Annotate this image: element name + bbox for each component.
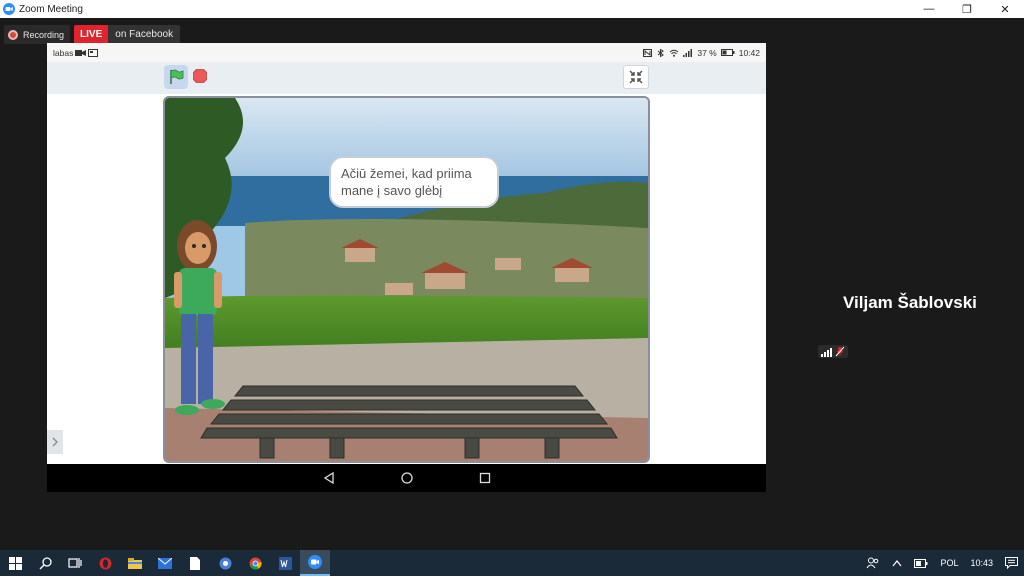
recording-label: Recording [23, 29, 65, 40]
windows-logo-icon [8, 556, 22, 570]
notification-icon [1005, 557, 1018, 569]
system-tray: POL 10:43 [860, 550, 1024, 576]
recents-square-icon [479, 472, 490, 484]
muted-microphone-icon [835, 346, 845, 357]
phone-status-left-text: labas [53, 47, 74, 58]
zoom-icon [308, 555, 322, 569]
stage-backdrop [165, 98, 648, 461]
wifi-icon [670, 49, 679, 57]
folder-icon [128, 557, 142, 569]
battery-icon [720, 49, 735, 56]
home-circle-icon [400, 472, 413, 484]
green-flag-icon [170, 69, 184, 84]
green-flag-button[interactable] [164, 65, 188, 89]
task-view-icon [68, 558, 82, 568]
minimize-button[interactable]: — [910, 0, 948, 18]
chrome-icon [249, 557, 262, 570]
phone-clock: 10:42 [738, 47, 760, 58]
document-icon [190, 556, 200, 570]
taskbar-file-explorer[interactable] [120, 550, 150, 576]
back-button[interactable] [321, 470, 337, 486]
recording-dot-icon [8, 29, 18, 40]
taskbar-chrome-profile[interactable] [210, 550, 240, 576]
taskbar-notepad[interactable] [180, 550, 210, 576]
search-icon [39, 556, 52, 569]
android-nav-bar [47, 464, 766, 492]
screen-cast-icon [88, 48, 99, 57]
mail-icon [158, 557, 172, 569]
battery-tray-button[interactable] [908, 550, 934, 576]
word-icon [278, 556, 292, 570]
taskbar-chrome[interactable] [240, 550, 270, 576]
language-indicator[interactable]: POL [934, 550, 964, 576]
chrome-blue-icon [219, 557, 231, 569]
start-button[interactable] [0, 550, 30, 576]
video-call-icon [75, 49, 87, 56]
scratch-toolbar [47, 62, 766, 94]
search-button[interactable] [30, 550, 60, 576]
scratch-stage[interactable]: Ačiū žemei, kad priima mane į savo glėbį [163, 96, 650, 463]
live-badge[interactable]: LIVE [74, 25, 109, 44]
opera-icon [99, 557, 111, 569]
home-button[interactable] [399, 470, 415, 486]
people-icon [867, 557, 879, 569]
window-titlebar: Zoom Meeting — ❐ ✕ [0, 0, 1024, 18]
windows-taskbar: POL 10:43 [0, 550, 1024, 576]
recording-bar: Recording LIVE on Facebook [4, 25, 181, 44]
taskbar-word[interactable] [270, 550, 300, 576]
show-hidden-icons-button[interactable] [886, 550, 908, 576]
taskbar-opera[interactable] [90, 550, 120, 576]
cell-signal-icon [683, 48, 693, 57]
task-view-button[interactable] [60, 550, 90, 576]
window-title: Zoom Meeting [19, 3, 83, 15]
people-button[interactable] [860, 550, 886, 576]
participant-status [818, 345, 848, 358]
signal-strength-icon [821, 347, 832, 357]
taskbar-mail[interactable] [150, 550, 180, 576]
speech-bubble: Ačiū žemei, kad priima mane į savo glėbį [329, 156, 499, 208]
expand-side-arrow[interactable] [47, 430, 63, 454]
zoom-logo-icon [3, 3, 15, 15]
back-triangle-icon [323, 472, 334, 484]
chevron-up-icon [892, 559, 902, 566]
battery-plug-icon [914, 558, 928, 568]
taskbar-clock[interactable]: 10:43 [964, 550, 999, 576]
taskbar-zoom[interactable] [300, 550, 330, 576]
chevron-right-icon [52, 437, 58, 447]
nfc-icon [643, 48, 653, 57]
participant-name: Viljam Šablovski [843, 293, 977, 312]
phone-status-bar: labas 37 % 10:42 [47, 43, 766, 62]
stop-button[interactable] [193, 69, 207, 83]
exit-fullscreen-icon [629, 70, 643, 84]
action-center-button[interactable] [999, 550, 1024, 576]
recording-badge[interactable]: Recording [4, 25, 71, 44]
live-platform-label[interactable]: on Facebook [108, 25, 181, 44]
phone-battery-percent: 37 % [697, 47, 717, 58]
close-button[interactable]: ✕ [986, 0, 1024, 18]
bluetooth-icon [658, 48, 665, 57]
restore-button[interactable]: ❐ [948, 0, 986, 18]
shared-screen: labas 37 % 10:42 Ačiū žemei, kad priima … [47, 43, 766, 492]
recents-button[interactable] [477, 470, 493, 486]
exit-fullscreen-button[interactable] [623, 65, 649, 89]
